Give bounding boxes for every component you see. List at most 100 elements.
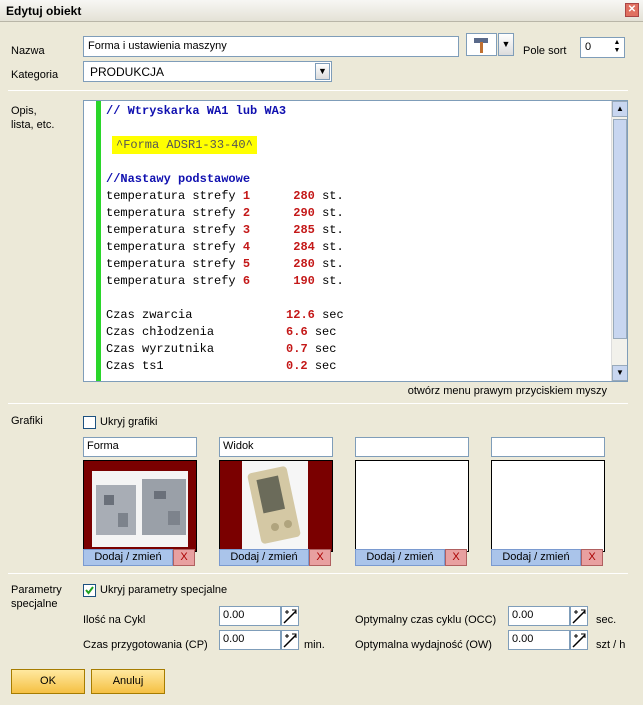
- temp-value: 190: [293, 274, 315, 288]
- ok-button[interactable]: OK: [11, 669, 85, 694]
- close-icon[interactable]: ✕: [625, 3, 639, 17]
- time-unit: sec: [322, 308, 344, 322]
- add-change-graphic-button[interactable]: Dodaj / zmień: [83, 549, 173, 566]
- prep-unit: min.: [304, 639, 325, 651]
- hide-graphics-label: Ukryj grafiki: [100, 416, 158, 428]
- hide-params-checkbox[interactable]: [83, 584, 96, 597]
- remove-graphic-button[interactable]: X: [309, 549, 331, 566]
- spin-down-icon[interactable]: ▼: [611, 47, 623, 55]
- time-unit: sec: [314, 325, 337, 339]
- time-value: 0.7: [286, 342, 308, 356]
- temp-unit: st.: [322, 189, 344, 203]
- category-label: Kategoria: [11, 69, 59, 81]
- temp-label: temperatura strefy: [106, 274, 243, 288]
- hide-graphics-checkbox[interactable]: [83, 416, 96, 429]
- calculator-icon[interactable]: [281, 630, 299, 650]
- graphic-name-input[interactable]: Widok: [219, 437, 333, 457]
- scroll-up-icon[interactable]: ▲: [612, 101, 627, 117]
- time-unit: sec: [314, 342, 337, 356]
- temp-unit: st.: [322, 223, 344, 237]
- remove-graphic-button[interactable]: X: [581, 549, 603, 566]
- ow-unit: szt / h: [596, 639, 626, 651]
- graphic-image-mold[interactable]: [83, 460, 197, 552]
- graphic-name-input[interactable]: Forma: [83, 437, 197, 457]
- code-line: temperatura strefy 1 280 st.: [106, 188, 344, 205]
- qty-label: Ilość na Cykl: [83, 614, 146, 626]
- divider: [8, 90, 628, 91]
- add-change-graphic-button[interactable]: Dodaj / zmień: [355, 549, 445, 566]
- temp-value: 290: [293, 206, 315, 220]
- calculator-icon[interactable]: [570, 630, 588, 650]
- editor-scrollbar[interactable]: ▲ ▼: [611, 101, 627, 381]
- qty-input[interactable]: 0.00: [219, 606, 281, 626]
- params-label: Parametry specjalne: [11, 584, 62, 610]
- code-line: Czas ts1 0.2 sec: [106, 358, 344, 375]
- cancel-button[interactable]: Anuluj: [91, 669, 165, 694]
- temp-label: temperatura strefy: [106, 257, 243, 271]
- code-line: temperatura strefy 6 190 st.: [106, 273, 344, 290]
- temp-unit: st.: [322, 206, 344, 220]
- window-title: Edytuj obiekt: [6, 4, 82, 18]
- graphic-name-input[interactable]: [355, 437, 469, 457]
- category-select[interactable]: PRODUKCJA ▼: [83, 61, 332, 82]
- remove-graphic-button[interactable]: X: [173, 549, 195, 566]
- temp-label: temperatura strefy: [106, 240, 243, 254]
- code-line: temperatura strefy 4 284 st.: [106, 239, 344, 256]
- divider: [8, 573, 628, 574]
- occ-input[interactable]: 0.00: [508, 606, 570, 626]
- temp-value: 284: [293, 240, 315, 254]
- temp-value: 285: [293, 223, 315, 237]
- chevron-down-icon[interactable]: ▼: [498, 33, 514, 56]
- editor-content[interactable]: // Wtryskarka WA1 lub WA3 ^Forma ADSR1-3…: [106, 103, 344, 375]
- description-editor[interactable]: // Wtryskarka WA1 lub WA3 ^Forma ADSR1-3…: [83, 100, 628, 382]
- code-line: temperatura strefy 2 290 st.: [106, 205, 344, 222]
- temp-label: temperatura strefy: [106, 206, 243, 220]
- calculator-icon[interactable]: [570, 606, 588, 626]
- hammer-icon: [474, 38, 488, 53]
- temp-label: temperatura strefy: [106, 223, 243, 237]
- add-change-graphic-button[interactable]: Dodaj / zmień: [491, 549, 581, 566]
- sort-input[interactable]: 0 ▲ ▼: [580, 37, 625, 58]
- title-bar: Edytuj obiekt ✕: [0, 0, 643, 22]
- graphics-label: Grafiki: [11, 415, 43, 427]
- ow-input[interactable]: 0.00: [508, 630, 570, 650]
- time-label: Czas zwarcia: [106, 308, 193, 322]
- graphic-image-view[interactable]: [219, 460, 333, 552]
- code-line: //Nastawy podstawowe: [106, 172, 251, 186]
- checkmark-icon: [85, 586, 94, 595]
- chevron-down-icon[interactable]: ▼: [315, 63, 330, 80]
- time-value: 6.6: [286, 325, 308, 339]
- zone-number: 4: [242, 240, 251, 254]
- sort-spinner[interactable]: ▲ ▼: [611, 39, 623, 56]
- zone-number: 1: [242, 189, 251, 203]
- graphic-image-empty[interactable]: [355, 460, 469, 552]
- graphic-image-empty[interactable]: [491, 460, 605, 552]
- code-line: // Wtryskarka WA1 lub WA3: [106, 104, 287, 118]
- name-input[interactable]: Forma i ustawienia maszyny: [83, 36, 459, 57]
- prep-input[interactable]: 0.00: [219, 630, 281, 650]
- category-value: PRODUKCJA: [90, 65, 165, 79]
- context-menu-hint: otwórz menu prawym przyciskiem myszy: [407, 385, 607, 397]
- code-line: temperatura strefy 3 285 st.: [106, 222, 344, 239]
- spin-up-icon[interactable]: ▲: [611, 39, 623, 47]
- time-unit: sec: [314, 359, 337, 373]
- time-label: Czas ts1: [106, 359, 164, 373]
- add-change-graphic-button[interactable]: Dodaj / zmień: [219, 549, 309, 566]
- code-line: temperatura strefy 5 280 st.: [106, 256, 344, 273]
- hide-params-label: Ukryj parametry specjalne: [100, 584, 228, 596]
- occ-label: Optymalny czas cyklu (OCC): [355, 614, 497, 626]
- prep-label: Czas przygotowania (CP): [83, 639, 208, 651]
- scroll-down-icon[interactable]: ▼: [612, 365, 627, 381]
- name-label: Nazwa: [11, 45, 45, 57]
- scroll-thumb[interactable]: [613, 119, 627, 339]
- zone-number: 6: [242, 274, 251, 288]
- remove-graphic-button[interactable]: X: [445, 549, 467, 566]
- time-value: 0.2: [286, 359, 308, 373]
- time-label: Czas wyrzutnika: [106, 342, 215, 356]
- graphic-name-input[interactable]: [491, 437, 605, 457]
- calculator-icon[interactable]: [281, 606, 299, 626]
- icon-picker[interactable]: [466, 33, 497, 56]
- sort-label: Pole sort: [523, 45, 567, 57]
- ow-label: Optymalna wydajność (OW): [355, 639, 492, 651]
- divider: [8, 403, 628, 404]
